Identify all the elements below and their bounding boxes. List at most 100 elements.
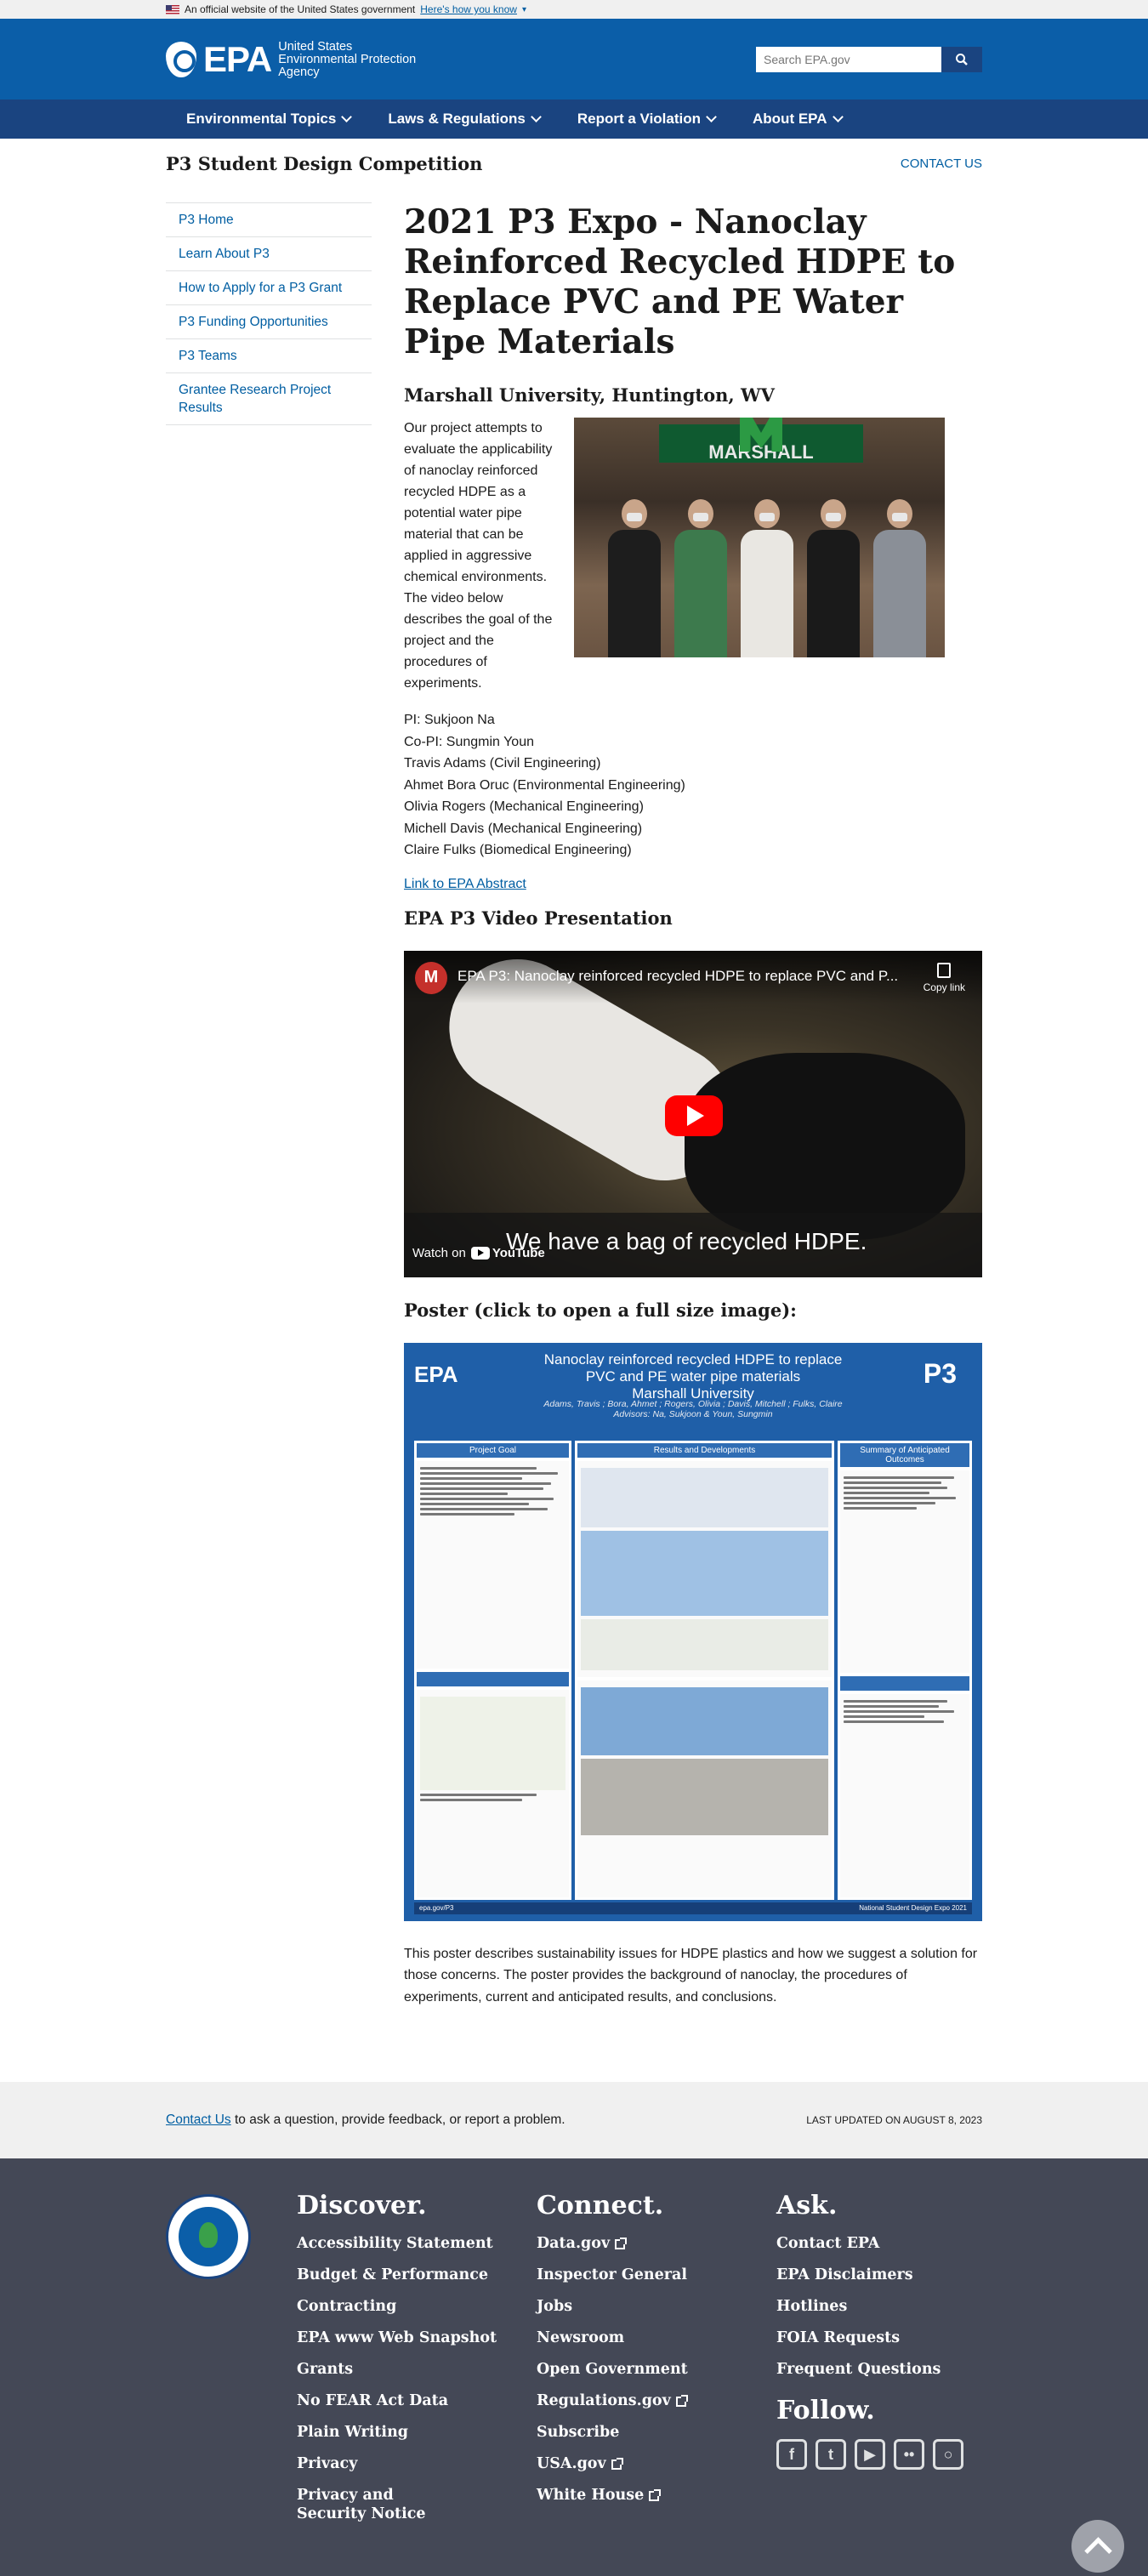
footer-link[interactable]: Privacy xyxy=(297,2454,497,2473)
heres-how-you-know-link[interactable]: Here's how you know xyxy=(420,3,517,15)
chevron-down-icon xyxy=(832,111,844,122)
channel-avatar[interactable]: M xyxy=(415,961,447,994)
footer-link[interactable]: Newsroom xyxy=(537,2329,688,2347)
footer-link-label: Inspector General xyxy=(537,2266,687,2283)
footer-link[interactable]: No FEAR Act Data xyxy=(297,2391,497,2410)
footer-link[interactable]: Data.gov xyxy=(537,2234,688,2253)
footer-link[interactable]: Budget & Performance xyxy=(297,2266,497,2284)
footer-link[interactable]: FOIA Requests xyxy=(776,2329,963,2347)
seal-flower-icon xyxy=(179,2207,238,2266)
epa-abstract-link[interactable]: Link to EPA Abstract xyxy=(404,877,526,892)
logo-epa-text: EPA xyxy=(203,39,272,79)
chevron-down-icon xyxy=(706,111,717,122)
nav-laws-regulations[interactable]: Laws & Regulations xyxy=(388,111,542,128)
footer-link-label: USA.gov xyxy=(537,2455,606,2472)
youtube-video-player[interactable]: M EPA P3: Nanoclay reinforced recycled H… xyxy=(404,950,982,1277)
poster-block xyxy=(417,1689,569,1897)
footer-link[interactable]: Hotlines xyxy=(776,2297,963,2316)
site-title[interactable]: P3 Student Design Competition xyxy=(166,153,482,174)
person xyxy=(674,499,727,657)
social-links: f t ▶ •• ○ xyxy=(776,2439,963,2470)
footer-link[interactable]: Privacy and Security Notice xyxy=(297,2486,467,2523)
footer-link[interactable]: Frequent Questions xyxy=(776,2360,963,2379)
footer-link[interactable]: USA.gov xyxy=(537,2454,688,2473)
sidebar-item-p3-home[interactable]: P3 Home xyxy=(166,203,372,237)
poster-block xyxy=(577,1680,832,1897)
search-input[interactable]: Search EPA.gov xyxy=(756,47,941,72)
poster-heading: Poster (click to open a full size image)… xyxy=(404,1299,797,1321)
play-button[interactable] xyxy=(665,1095,723,1136)
poster-column: Summary of Anticipated Outcomes xyxy=(838,1440,972,1900)
poster-column-header: Summary of Anticipated Outcomes xyxy=(840,1442,969,1467)
sidebar-item-apply[interactable]: How to Apply for a P3 Grant xyxy=(166,271,372,305)
contact-us-footer-link[interactable]: Contact Us xyxy=(166,2113,231,2127)
chevron-down-icon[interactable]: ▾ xyxy=(522,5,526,14)
team-photo: MARSHALL xyxy=(574,418,945,657)
epa-logo[interactable]: EPA United States Environmental Protecti… xyxy=(166,39,416,80)
footer-link[interactable]: EPA Disclaimers xyxy=(776,2266,963,2284)
epa-seal-logo[interactable] xyxy=(166,2194,251,2279)
footer-link[interactable]: Jobs xyxy=(537,2297,688,2316)
poster-block xyxy=(417,1460,569,1669)
footer-link-label: Newsroom xyxy=(537,2329,625,2346)
footer-link[interactable]: Contracting xyxy=(297,2297,497,2316)
nav-about-epa[interactable]: About EPA xyxy=(753,111,844,128)
footer-link[interactable]: Regulations.gov xyxy=(537,2391,688,2410)
poster-block xyxy=(840,1470,969,1673)
intro-section: Our project attempts to evaluate the app… xyxy=(404,418,982,694)
youtube-icon[interactable]: ▶ xyxy=(855,2439,885,2470)
footer-link[interactable]: Inspector General xyxy=(537,2266,688,2284)
external-link-icon xyxy=(649,2489,662,2501)
poster-title: Nanoclay reinforced recycled HDPE to rep… xyxy=(531,1351,855,1402)
nav-report-violation[interactable]: Report a Violation xyxy=(577,111,717,128)
poster-authors-text: Adams, Travis ; Bora, Ahmet ; Rogers, Ol… xyxy=(543,1398,843,1409)
watch-on-label: Watch on xyxy=(412,1245,466,1260)
sidebar-item-results[interactable]: Grantee Research Project Results xyxy=(166,373,372,425)
facebook-icon[interactable]: f xyxy=(776,2439,807,2470)
poster-footer: epa.gov/P3 National Student Design Expo … xyxy=(414,1902,972,1914)
footer-heading-follow: Follow. xyxy=(776,2396,875,2425)
copy-icon xyxy=(937,962,952,978)
poster-column-header xyxy=(840,1676,969,1691)
poster-image[interactable]: EPA Nanoclay reinforced recycled HDPE to… xyxy=(404,1342,982,1921)
flickr-icon[interactable]: •• xyxy=(894,2439,924,2470)
sidebar-item-funding[interactable]: P3 Funding Opportunities xyxy=(166,305,372,339)
video-caption: We have a bag of recycled HDPE. xyxy=(506,1227,867,1254)
footer-link[interactable]: Plain Writing xyxy=(297,2423,497,2442)
footer-connect: Connect. Data.gov Inspector General Jobs… xyxy=(537,2191,688,2517)
site-footer: Discover. Accessibility Statement Budget… xyxy=(0,2158,1148,2576)
sidebar-item-learn[interactable]: Learn About P3 xyxy=(166,237,372,271)
marshall-logo xyxy=(740,418,782,452)
sidebar-nav: P3 Home Learn About P3 How to Apply for … xyxy=(166,202,372,425)
sidebar-item-teams[interactable]: P3 Teams xyxy=(166,339,372,373)
intro-text: Our project attempts to evaluate the app… xyxy=(404,421,553,691)
video-title[interactable]: EPA P3: Nanoclay reinforced recycled HDP… xyxy=(457,968,917,985)
poster-p3-logo: P3 xyxy=(923,1357,957,1389)
footer-link[interactable]: Subscribe xyxy=(537,2423,688,2442)
poster-footer-right: National Student Design Expo 2021 xyxy=(859,1903,967,1912)
footer-link[interactable]: Grants xyxy=(297,2360,497,2379)
copy-link-button[interactable]: Copy link xyxy=(924,962,965,993)
twitter-icon[interactable]: t xyxy=(816,2439,846,2470)
poster-body: Project Goal Results and Developments Su… xyxy=(414,1440,972,1900)
footer-link-label: Data.gov xyxy=(537,2235,611,2252)
page-title: 2021 P3 Expo - Nanoclay Reinforced Recyc… xyxy=(404,202,956,361)
instagram-icon[interactable]: ○ xyxy=(933,2439,963,2470)
footer-link[interactable]: EPA www Web Snapshot xyxy=(297,2329,497,2347)
poster-column-header xyxy=(417,1671,569,1686)
footer-link[interactable]: Contact EPA xyxy=(776,2234,963,2253)
contact-bar-suffix: to ask a question, provide feedback, or … xyxy=(230,2113,565,2127)
contact-us-link[interactable]: CONTACT US xyxy=(901,156,982,171)
footer-link-label: Regulations.gov xyxy=(537,2392,671,2409)
footer-link[interactable]: Open Government xyxy=(537,2360,688,2379)
poster-description: This poster describes sustainability iss… xyxy=(404,1946,978,2005)
watch-on-youtube[interactable]: Watch on YouTube xyxy=(412,1246,545,1260)
search-button[interactable] xyxy=(941,47,982,72)
back-to-top-button[interactable] xyxy=(1071,2520,1124,2573)
contact-bar-text: Contact Us to ask a question, provide fe… xyxy=(166,2113,565,2128)
nav-environmental-topics[interactable]: Environmental Topics xyxy=(186,111,353,128)
footer-link[interactable]: Accessibility Statement xyxy=(297,2234,497,2253)
footer-link[interactable]: White House xyxy=(537,2486,688,2505)
footer-link-label: Subscribe xyxy=(537,2424,620,2441)
gov-banner: An official website of the United States… xyxy=(0,0,1148,19)
